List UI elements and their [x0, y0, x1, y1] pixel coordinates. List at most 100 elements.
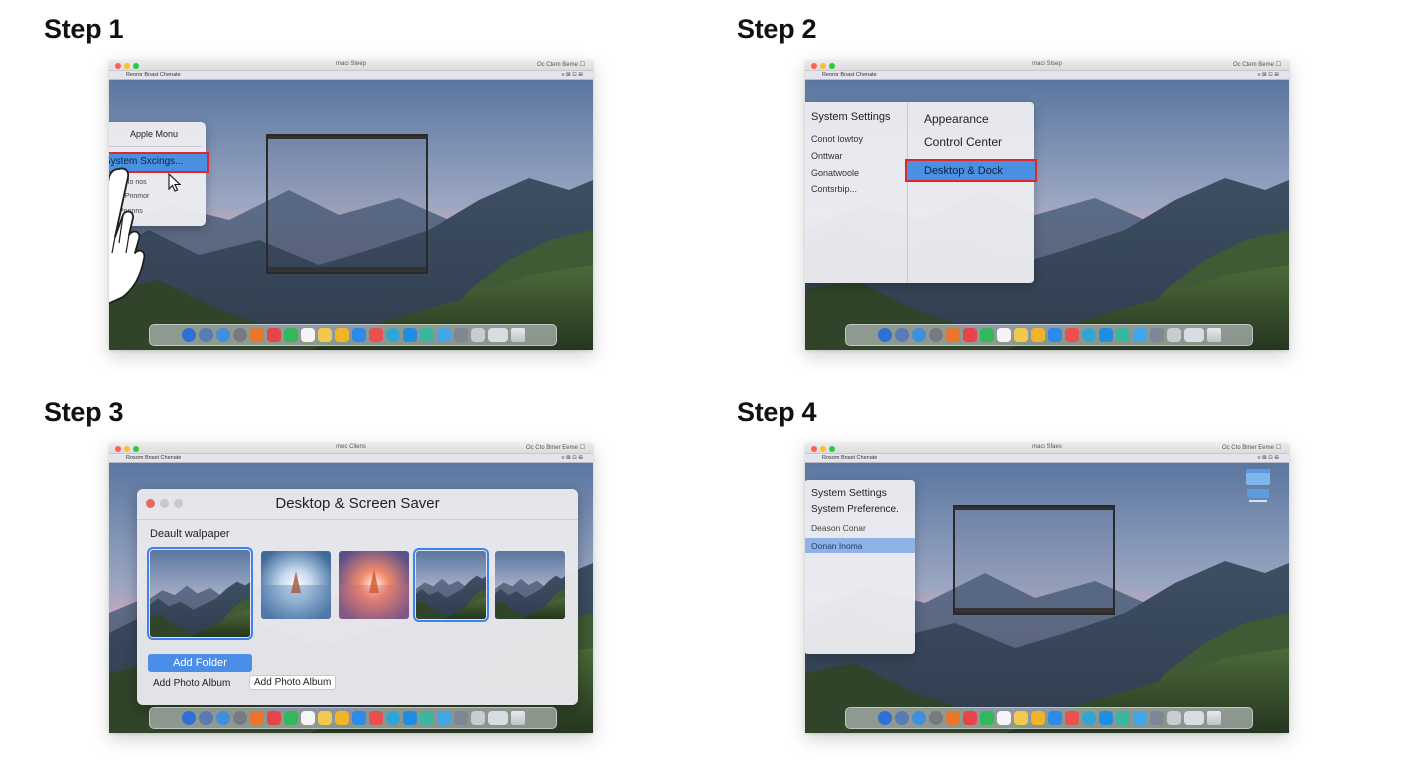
dock-app-icon[interactable] — [1064, 711, 1079, 725]
dock-app-icon[interactable] — [911, 328, 926, 342]
dock-app-icon[interactable] — [979, 711, 994, 725]
dock-app-icon[interactable] — [1013, 328, 1028, 342]
dock-app-icon[interactable] — [181, 711, 196, 725]
trash-icon[interactable] — [1206, 711, 1221, 725]
menu-bar-status-icons[interactable]: ≡ ⊠ ⊡ ⊞ — [561, 72, 583, 78]
dock-app-icon[interactable] — [453, 328, 468, 342]
dock-app-icon[interactable] — [1013, 711, 1028, 725]
dock-app-icon[interactable] — [1081, 711, 1096, 725]
dock-app-icon[interactable] — [1115, 711, 1130, 725]
dock-app-icon[interactable] — [283, 328, 298, 342]
dock-app-icon[interactable] — [249, 328, 264, 342]
dock-app-icon[interactable] — [266, 711, 281, 725]
dock-app-icon[interactable] — [470, 711, 485, 725]
folder-icon[interactable] — [487, 711, 508, 725]
dock-app-icon[interactable] — [436, 328, 451, 342]
dock-app-icon[interactable] — [894, 711, 909, 725]
dock-app-icon[interactable] — [1149, 328, 1164, 342]
dock-app-icon[interactable] — [198, 328, 213, 342]
menu-bar-items[interactable]: Reoror Bnast Chenate — [126, 72, 181, 78]
wallpaper-thumb-4[interactable] — [413, 548, 489, 622]
dock-app-icon[interactable] — [1030, 328, 1045, 342]
menu-item-4-highlight[interactable]: Oonan Inoma — [805, 538, 915, 553]
dock-app-icon[interactable] — [300, 328, 315, 342]
menu-bar-items[interactable]: Rosom Bnast Chenate — [822, 455, 877, 461]
dock-app-icon[interactable] — [1098, 328, 1113, 342]
dock-app-icon[interactable] — [402, 328, 417, 342]
dock-app-icon[interactable] — [351, 328, 366, 342]
wallpaper-thumb-5[interactable] — [495, 551, 565, 619]
add-photo-album-button[interactable]: Add Photo Album — [249, 675, 337, 690]
dock-app-icon[interactable] — [1132, 328, 1147, 342]
dock-app-icon[interactable] — [317, 328, 332, 342]
dock-app-icon[interactable] — [1166, 711, 1181, 725]
wallpaper-thumb-1[interactable] — [147, 547, 253, 640]
dock-app-icon[interactable] — [317, 711, 332, 725]
dock-app-icon[interactable] — [300, 711, 315, 725]
dock-app-icon[interactable] — [436, 711, 451, 725]
add-photo-album-label[interactable]: Add Photo Album — [153, 678, 230, 689]
dock-app-icon[interactable] — [996, 711, 1011, 725]
menu-item-3[interactable]: Deason Conar — [811, 523, 866, 533]
dock-app-icon[interactable] — [1047, 328, 1062, 342]
dock-app-icon[interactable] — [1030, 711, 1045, 725]
wallpaper-thumb-2[interactable] — [261, 551, 331, 619]
dock-app-icon[interactable] — [979, 328, 994, 342]
dock-app-icon[interactable] — [877, 711, 892, 725]
dock-app-icon[interactable] — [402, 711, 417, 725]
settings-item-control-center[interactable]: Control Center — [924, 135, 1002, 149]
dock-app-icon[interactable] — [1081, 328, 1096, 342]
dock-app-icon[interactable] — [1132, 711, 1147, 725]
dock-app-icon[interactable] — [334, 328, 349, 342]
dock-app-icon[interactable] — [368, 711, 383, 725]
dock-app-icon[interactable] — [215, 711, 230, 725]
menu-bar-status-icons[interactable]: ≡ ⊠ ⊡ ⊞ — [1257, 455, 1279, 461]
dock-app-icon[interactable] — [877, 328, 892, 342]
trash-icon[interactable] — [510, 711, 525, 725]
dock-app-icon[interactable] — [419, 328, 434, 342]
dock-app-icon[interactable] — [181, 328, 196, 342]
dock-app-icon[interactable] — [453, 711, 468, 725]
menu-bar-status-icons[interactable]: ≡ ⊠ ⊡ ⊞ — [561, 455, 583, 461]
dock-app-icon[interactable] — [215, 328, 230, 342]
dock-app-icon[interactable] — [283, 711, 298, 725]
dock-app-icon[interactable] — [470, 328, 485, 342]
dock-app-icon[interactable] — [928, 711, 943, 725]
dock-app-icon[interactable] — [1098, 711, 1113, 725]
wallpaper-thumb-3[interactable] — [339, 551, 409, 619]
dock-app-icon[interactable] — [1149, 711, 1164, 725]
folder-icon[interactable] — [1183, 711, 1204, 725]
dock-app-icon[interactable] — [894, 328, 909, 342]
folder-icon[interactable] — [1183, 328, 1204, 342]
settings-left-item-4[interactable]: Contsrbip... — [811, 184, 857, 194]
dock-app-icon[interactable] — [419, 711, 434, 725]
dock-app-icon[interactable] — [928, 328, 943, 342]
dock-app-icon[interactable] — [249, 711, 264, 725]
settings-item-desktop-dock[interactable]: Desktop & Dock — [905, 159, 1037, 182]
dock-app-icon[interactable] — [385, 711, 400, 725]
menu-bar-items[interactable]: Rosom Bnast Chenate — [126, 455, 181, 461]
dock-app-icon[interactable] — [996, 328, 1011, 342]
dock-app-icon[interactable] — [385, 328, 400, 342]
dock-app-icon[interactable] — [1166, 328, 1181, 342]
dock-app-icon[interactable] — [334, 711, 349, 725]
add-folder-button[interactable]: Add Folder — [148, 654, 252, 672]
dock-app-icon[interactable] — [911, 711, 926, 725]
settings-left-item-3[interactable]: Gonatwoole — [811, 168, 859, 178]
dock-app-icon[interactable] — [198, 711, 213, 725]
dock-app-icon[interactable] — [1064, 328, 1079, 342]
dock-app-icon[interactable] — [266, 328, 281, 342]
settings-left-item-1[interactable]: Conot lowtoy — [811, 134, 863, 144]
menu-item-system-settings[interactable]: System Settings — [811, 487, 887, 499]
menu-bar-status-icons[interactable]: ≡ ⊠ ⊡ ⊞ — [1257, 72, 1279, 78]
menu-item-system-preferences[interactable]: System Preference. — [811, 504, 899, 515]
dock-app-icon[interactable] — [945, 711, 960, 725]
settings-item-appearance[interactable]: Appearance — [924, 112, 989, 126]
folder-icon[interactable] — [487, 328, 508, 342]
menu-bar-items[interactable]: Reoror Bnast Chenate — [822, 72, 877, 78]
dock-app-icon[interactable] — [962, 711, 977, 725]
dock-app-icon[interactable] — [945, 328, 960, 342]
dock-app-icon[interactable] — [1115, 328, 1130, 342]
dock-app-icon[interactable] — [1047, 711, 1062, 725]
trash-icon[interactable] — [510, 328, 525, 342]
